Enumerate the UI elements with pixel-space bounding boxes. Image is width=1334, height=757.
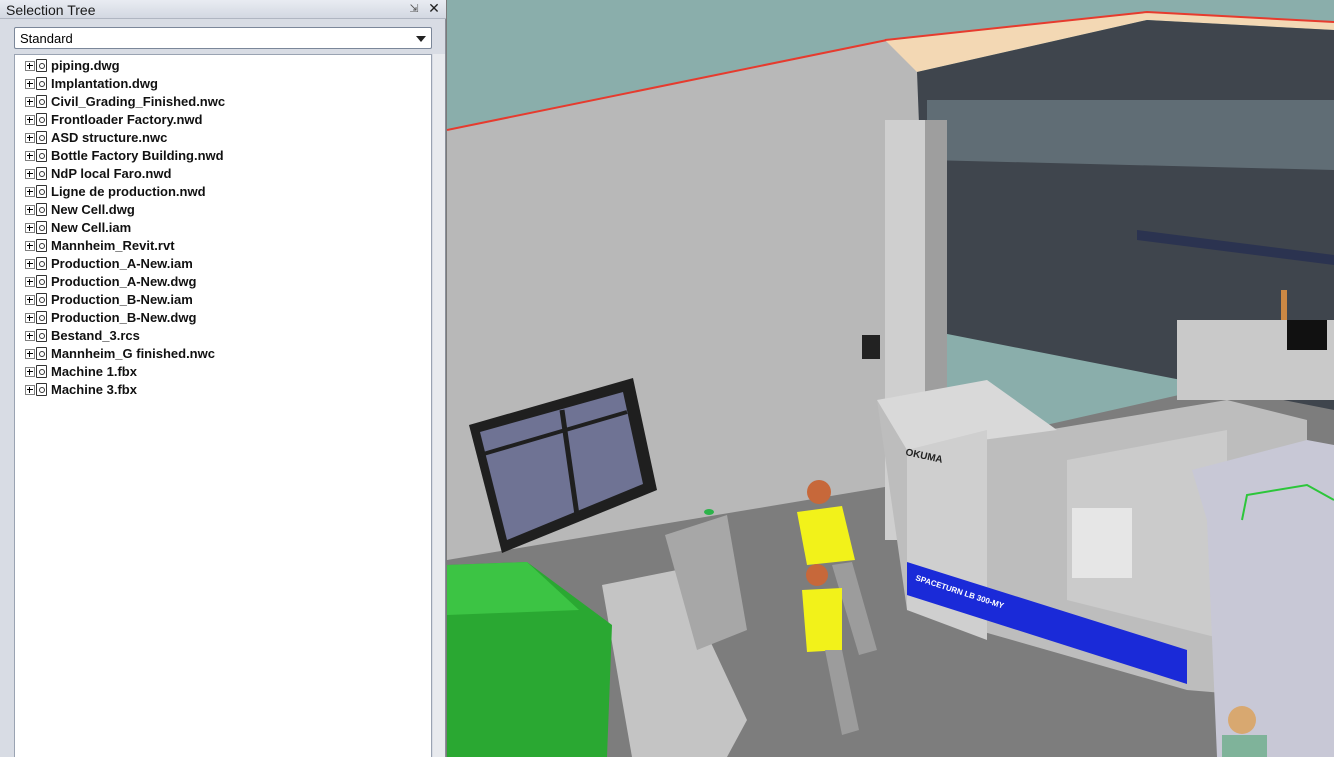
okuma-window — [1072, 508, 1132, 578]
point-cloud-duct — [927, 100, 1334, 170]
expand-icon[interactable] — [25, 331, 35, 341]
worker-shirt-2 — [802, 588, 842, 652]
file-icon — [36, 383, 47, 396]
expand-icon[interactable] — [25, 367, 35, 377]
expand-icon[interactable] — [25, 313, 35, 323]
selection-tree[interactable]: piping.dwg Implantation.dwg Civil_Gradin… — [14, 54, 432, 757]
pin-icon[interactable]: ⇲ — [408, 3, 420, 15]
tree-item[interactable]: Production_B-New.iam — [25, 291, 425, 309]
tree-item[interactable]: Production_A-New.dwg — [25, 273, 425, 291]
tree-item[interactable]: Mannheim_G finished.nwc — [25, 345, 425, 363]
expand-icon[interactable] — [25, 169, 35, 179]
tree-item-label: Production_B-New.iam — [51, 292, 193, 307]
panel-titlebar: Selection Tree ⇲ ✕ — [0, 0, 446, 19]
file-icon — [36, 293, 47, 306]
tree-item[interactable]: Machine 3.fbx — [25, 381, 425, 399]
expand-icon[interactable] — [25, 151, 35, 161]
tree-item[interactable]: NdP local Faro.nwd — [25, 165, 425, 183]
tree-item-label: New Cell.dwg — [51, 202, 135, 217]
tree-item[interactable]: Frontloader Factory.nwd — [25, 111, 425, 129]
chevron-down-icon[interactable] — [416, 36, 426, 42]
tree-item-label: Implantation.dwg — [51, 76, 158, 91]
tree-item-label: Production_B-New.dwg — [51, 310, 197, 325]
selection-tree-panel: Selection Tree ⇲ ✕ Standard piping.dwg I… — [0, 0, 446, 757]
expand-icon[interactable] — [25, 115, 35, 125]
file-icon — [36, 185, 47, 198]
expand-icon[interactable] — [25, 385, 35, 395]
expand-icon[interactable] — [25, 259, 35, 269]
tree-item-label: Mannheim_Revit.rvt — [51, 238, 175, 253]
figure-head — [1228, 706, 1256, 734]
file-icon — [36, 131, 47, 144]
figure-body — [1222, 735, 1267, 757]
tree-item[interactable]: ASD structure.nwc — [25, 129, 425, 147]
file-icon — [36, 275, 47, 288]
tree-item[interactable]: Mannheim_Revit.rvt — [25, 237, 425, 255]
tree-item-label: Civil_Grading_Finished.nwc — [51, 94, 226, 109]
panel-title: Selection Tree — [6, 2, 96, 18]
file-icon — [36, 203, 47, 216]
file-icon — [36, 113, 47, 126]
tree-item-label: Mannheim_G finished.nwc — [51, 346, 215, 361]
file-icon — [36, 329, 47, 342]
expand-icon[interactable] — [25, 205, 35, 215]
tree-item[interactable]: Bestand_3.rcs — [25, 327, 425, 345]
3d-viewport[interactable]: OKUMA SPACETURN LB 300-MY — [447, 0, 1334, 757]
tree-item[interactable]: Ligne de production.nwd — [25, 183, 425, 201]
tree-item[interactable]: Production_A-New.iam — [25, 255, 425, 273]
tree-item-label: New Cell.iam — [51, 220, 132, 235]
worker-head — [807, 480, 831, 504]
file-icon — [36, 311, 47, 324]
file-icon — [36, 77, 47, 90]
file-icon — [36, 347, 47, 360]
tree-item[interactable]: New Cell.dwg — [25, 201, 425, 219]
tree-item-label: NdP local Faro.nwd — [51, 166, 172, 181]
tree-item[interactable]: Machine 1.fbx — [25, 363, 425, 381]
file-icon — [36, 95, 47, 108]
file-icon — [36, 257, 47, 270]
tree-scrollbar[interactable] — [433, 54, 445, 757]
tree-item[interactable]: Civil_Grading_Finished.nwc — [25, 93, 425, 111]
signal-tower — [1281, 290, 1287, 320]
tree-item[interactable]: Implantation.dwg — [25, 75, 425, 93]
selection-mode-value: Standard — [20, 31, 73, 46]
tree-item-label: Ligne de production.nwd — [51, 184, 206, 199]
expand-icon[interactable] — [25, 277, 35, 287]
tree-item-label: Machine 1.fbx — [51, 364, 137, 379]
tree-item-label: Frontloader Factory.nwd — [51, 112, 203, 127]
expand-icon[interactable] — [25, 79, 35, 89]
expand-icon[interactable] — [25, 97, 35, 107]
tree-item[interactable]: New Cell.iam — [25, 219, 425, 237]
wall-panel — [862, 335, 880, 359]
file-icon — [36, 167, 47, 180]
tree-item[interactable]: Production_B-New.dwg — [25, 309, 425, 327]
expand-icon[interactable] — [25, 223, 35, 233]
file-icon — [36, 221, 47, 234]
file-icon — [36, 149, 47, 162]
tree-item-label: Bottle Factory Building.nwd — [51, 148, 224, 163]
expand-icon[interactable] — [25, 295, 35, 305]
expand-icon[interactable] — [25, 349, 35, 359]
close-icon[interactable]: ✕ — [428, 1, 440, 15]
tree-item[interactable]: piping.dwg — [25, 57, 425, 75]
tree-item[interactable]: Bottle Factory Building.nwd — [25, 147, 425, 165]
expand-icon[interactable] — [25, 133, 35, 143]
file-icon — [36, 59, 47, 72]
tree-item-label: piping.dwg — [51, 58, 120, 73]
expand-icon[interactable] — [25, 241, 35, 251]
file-icon — [36, 365, 47, 378]
file-icon — [36, 239, 47, 252]
selection-mode-dropdown[interactable]: Standard — [14, 27, 432, 49]
tree-item-label: ASD structure.nwc — [51, 130, 168, 145]
tree-item-label: Bestand_3.rcs — [51, 328, 140, 343]
tree-item-label: Production_A-New.iam — [51, 256, 193, 271]
worker-head-2 — [806, 564, 828, 586]
background-panel — [1287, 320, 1327, 350]
tree-item-label: Production_A-New.dwg — [51, 274, 197, 289]
expand-icon[interactable] — [25, 187, 35, 197]
tree-item-label: Machine 3.fbx — [51, 382, 137, 397]
status-light — [704, 509, 714, 515]
scene-render[interactable]: OKUMA SPACETURN LB 300-MY — [447, 0, 1334, 757]
expand-icon[interactable] — [25, 61, 35, 71]
